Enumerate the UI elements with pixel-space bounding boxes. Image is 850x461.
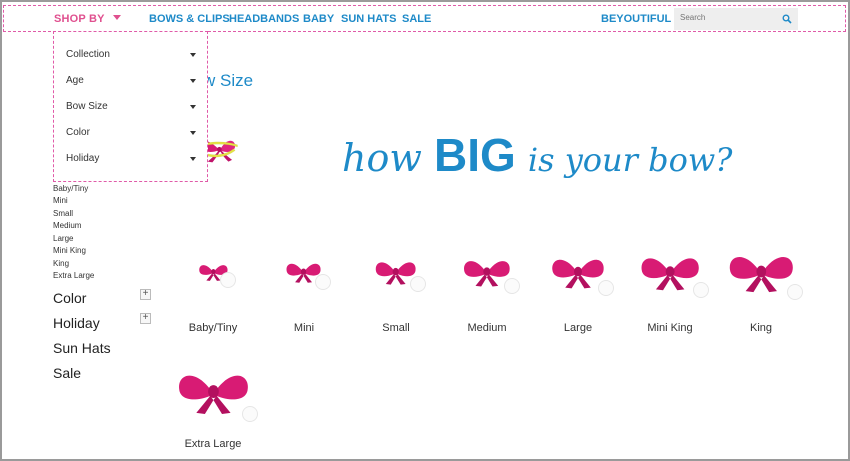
bow-image-king[interactable]	[727, 250, 796, 293]
filter-size-small[interactable]: Small	[53, 209, 73, 218]
bow-size-label[interactable]: Extra Large	[163, 438, 263, 450]
dropdown-item-label: Bow Size	[66, 101, 108, 112]
caret-down-icon	[190, 131, 196, 135]
caret-down-icon	[190, 157, 196, 161]
nav-link-headbands[interactable]: HEADBANDS	[229, 13, 299, 25]
bow-size-label[interactable]: Small	[346, 322, 446, 334]
dropdown-item-holiday[interactable]: Holiday	[66, 153, 196, 169]
hero-text-is-your-bow: is your bow?	[527, 141, 733, 179]
expand-plus-icon[interactable]: +	[140, 313, 151, 324]
brand-watermark-icon	[787, 283, 804, 300]
filter-size-extra-large[interactable]: Extra Large	[53, 271, 94, 280]
bow-size-label[interactable]: Baby/Tiny	[163, 322, 263, 334]
dropdown-item-age[interactable]: Age	[66, 75, 196, 91]
shop-by-label: SHOP BY	[54, 13, 105, 25]
dropdown-item-label: Collection	[66, 49, 110, 60]
brand-watermark-icon	[409, 275, 426, 292]
caret-down-icon	[190, 53, 196, 57]
caret-down-icon	[190, 105, 196, 109]
nav-link-sale[interactable]: SALE	[402, 13, 431, 25]
bow-size-label[interactable]: Large	[528, 322, 628, 334]
filter-size-mini-king[interactable]: Mini King	[53, 246, 86, 255]
shop-by-dropdown: Collection Age Bow Size Color Holiday	[53, 31, 208, 182]
brand-watermark-icon	[693, 281, 710, 298]
expand-plus-icon[interactable]: +	[140, 289, 151, 300]
shop-by-menu[interactable]: SHOP BY	[54, 13, 121, 25]
hero-text-how: how	[342, 136, 422, 180]
nav-link-sun-hats[interactable]: SUN HATS	[341, 13, 396, 25]
filter-size-king[interactable]: King	[53, 259, 69, 268]
nav-link-baby[interactable]: BABY	[303, 13, 334, 25]
search-input[interactable]	[680, 13, 775, 22]
sidebar-category-sale[interactable]: Sale	[53, 365, 81, 381]
dropdown-item-label: Color	[66, 127, 90, 138]
sidebar-category-color[interactable]: Color	[53, 290, 86, 306]
filter-size-mini[interactable]: Mini	[53, 196, 68, 205]
caret-down-icon	[190, 79, 196, 83]
brand-watermark-icon	[503, 277, 520, 294]
nav-link-beyoutiful[interactable]: BEYOUTIFUL	[601, 13, 671, 25]
hero-headline: how BIG is your bow?	[342, 128, 732, 182]
bow-size-label[interactable]: Mini King	[620, 322, 720, 334]
sidebar-category-sun-hats[interactable]: Sun Hats	[53, 340, 111, 356]
dropdown-item-label: Holiday	[66, 153, 100, 164]
hero-bow-tape-measure-image	[201, 140, 238, 163]
filter-size-large[interactable]: Large	[53, 234, 73, 243]
bow-size-label[interactable]: Mini	[254, 322, 354, 334]
brand-watermark-icon	[220, 271, 237, 288]
bow-size-label[interactable]: King	[711, 322, 811, 334]
brand-watermark-icon	[314, 273, 331, 290]
bow-image-mini-king[interactable]	[639, 252, 701, 291]
search-icon[interactable]	[782, 14, 792, 24]
search-box	[674, 8, 798, 30]
bow-size-label[interactable]: Medium	[437, 322, 537, 334]
nav-link-bows-clips[interactable]: BOWS & CLIPS	[149, 13, 230, 25]
filter-size-baby-tiny[interactable]: Baby/Tiny	[53, 184, 88, 193]
hero-text-big: BIG	[433, 129, 516, 181]
brand-watermark-icon	[242, 405, 259, 422]
dropdown-item-collection[interactable]: Collection	[66, 49, 196, 65]
bow-image-extra-large[interactable]	[176, 368, 251, 415]
chevron-down-icon	[112, 15, 121, 20]
dropdown-item-color[interactable]: Color	[66, 127, 196, 143]
page-title: w Size	[203, 71, 254, 90]
sidebar-category-holiday[interactable]: Holiday	[53, 315, 100, 331]
top-navigation: SHOP BY BOWS & CLIPS HEADBANDS BABY SUN …	[3, 5, 846, 32]
dropdown-item-label: Age	[66, 75, 84, 86]
dropdown-item-bow-size[interactable]: Bow Size	[66, 101, 196, 117]
brand-watermark-icon	[598, 279, 614, 296]
filter-size-medium[interactable]: Medium	[53, 221, 81, 230]
